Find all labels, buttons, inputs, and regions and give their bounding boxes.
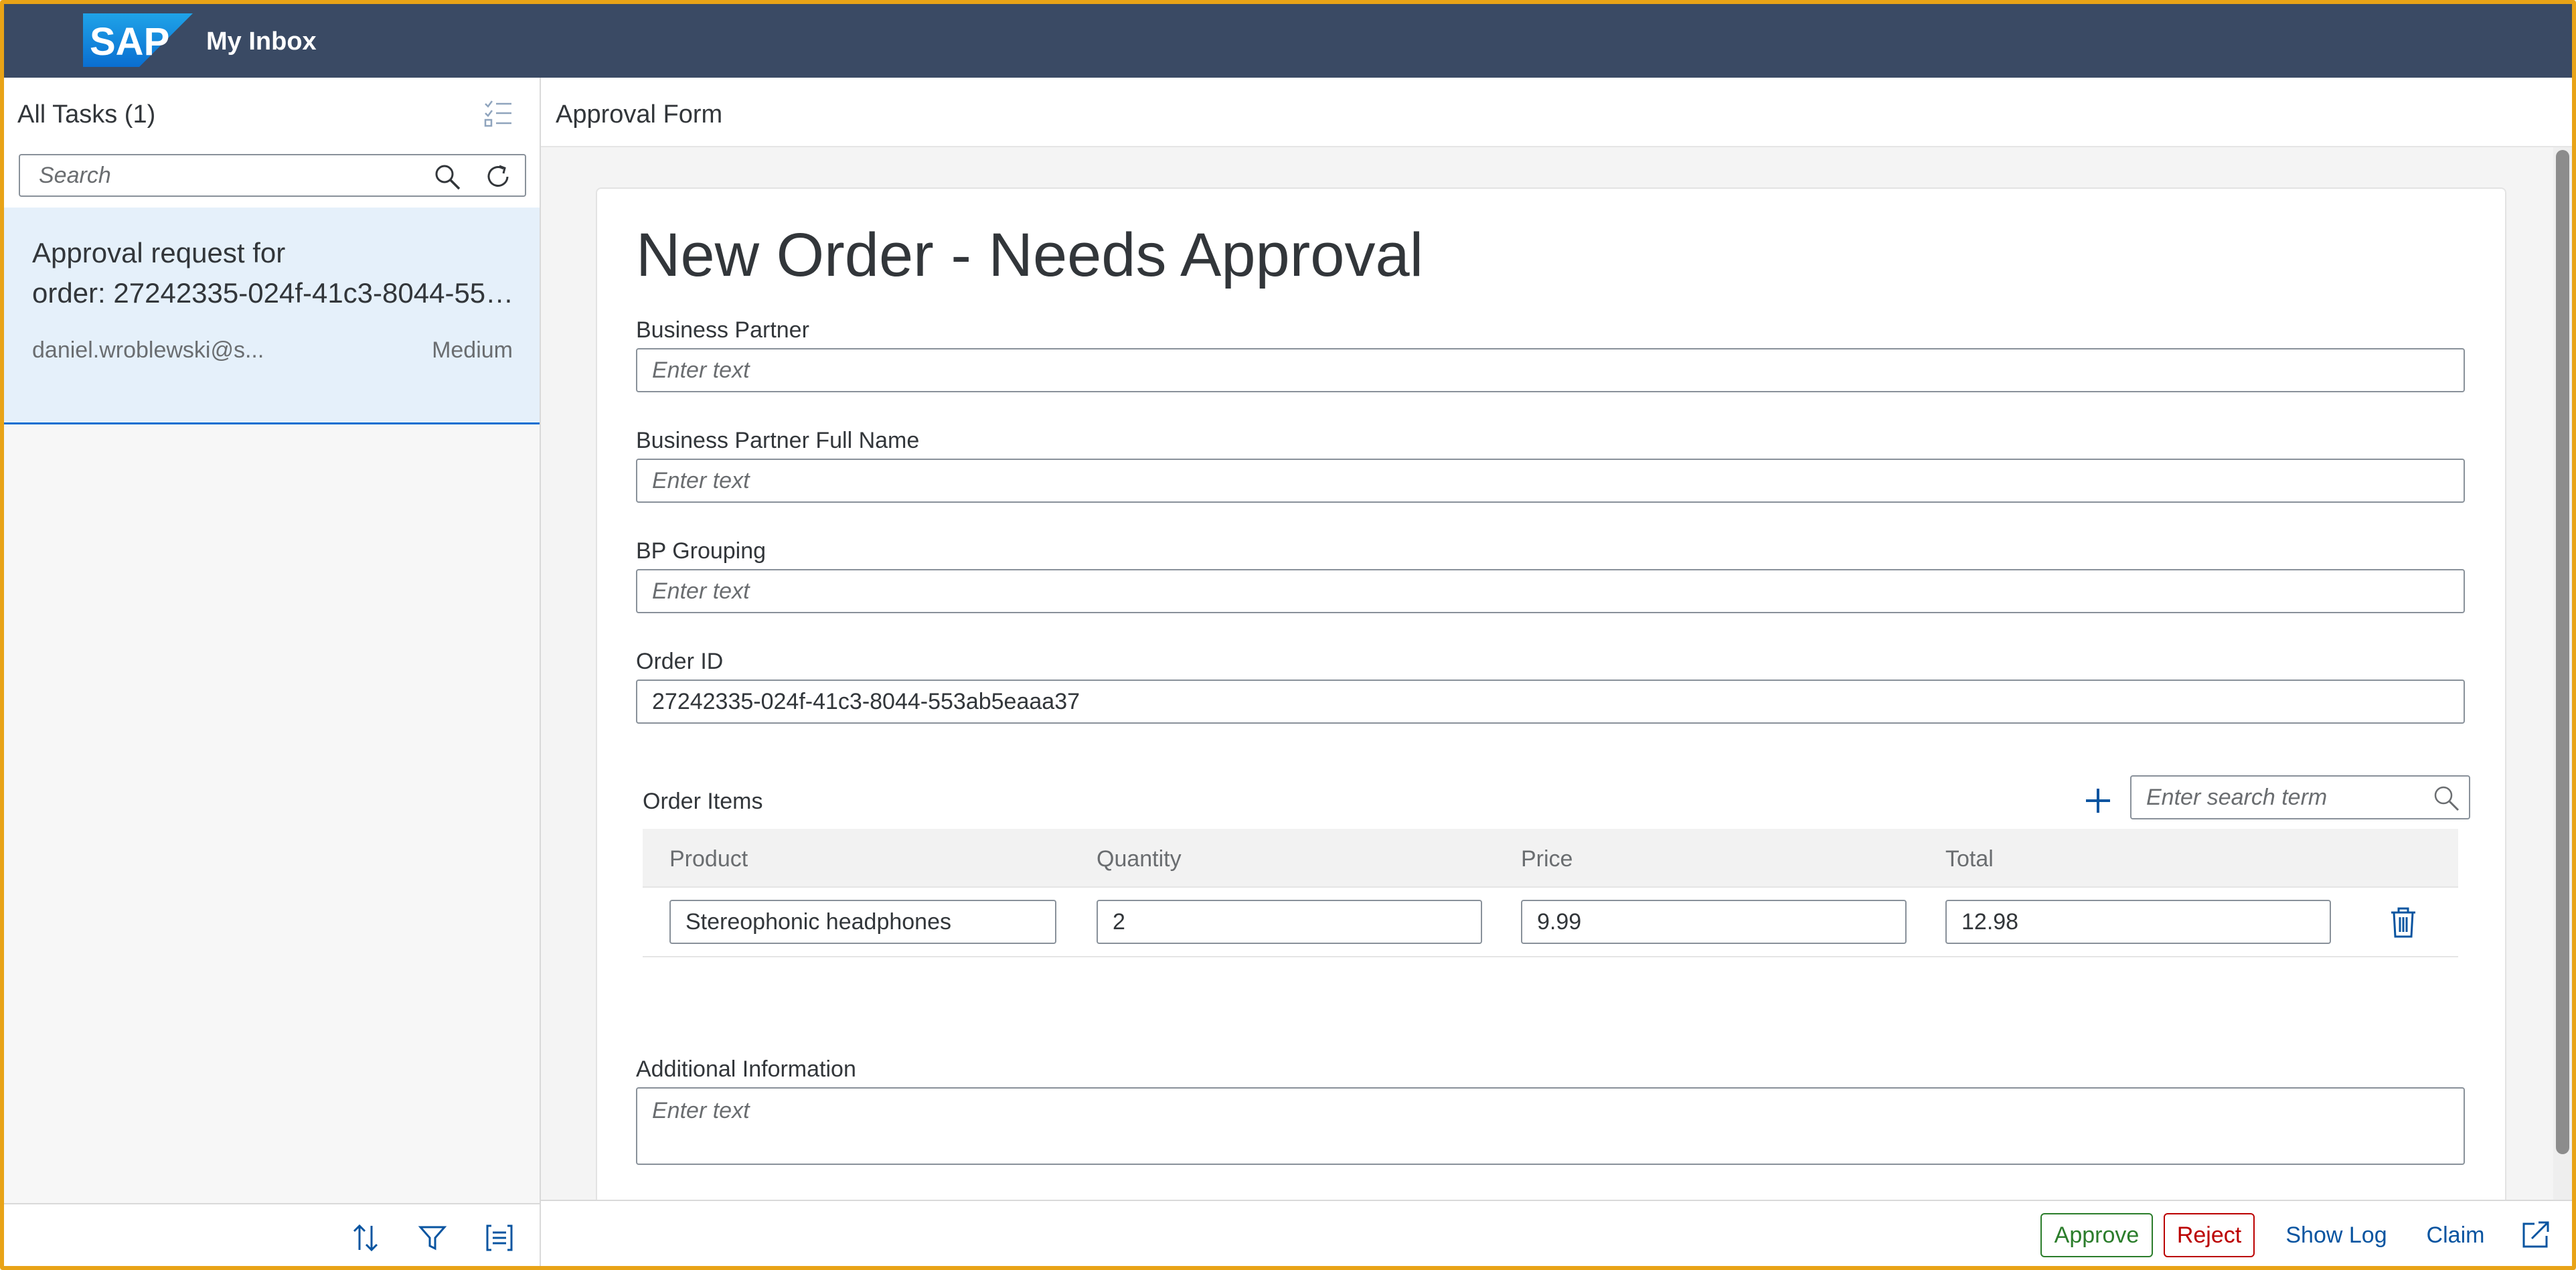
search-field xyxy=(19,154,526,197)
search-icon[interactable] xyxy=(432,162,462,191)
product-input[interactable] xyxy=(669,900,1056,944)
detail-title: Approval Form xyxy=(556,100,723,129)
search-input[interactable] xyxy=(21,157,423,194)
order-items-search-input[interactable] xyxy=(2133,778,2414,817)
refresh-icon[interactable] xyxy=(483,162,513,191)
app-window: SAP My Inbox All Tasks (1) Search Approv… xyxy=(0,0,2576,1270)
filter-icon[interactable] xyxy=(418,1223,447,1253)
task-list-item[interactable]: Approval request for order: 27242335-024… xyxy=(4,208,540,424)
order-id-input[interactable] xyxy=(636,680,2465,724)
form-heading: New Order - Needs Approval xyxy=(636,221,1424,289)
price-input[interactable] xyxy=(1521,900,1907,944)
column-header-total: Total xyxy=(1945,846,1994,872)
task-title: Approval request for order: 27242335-024… xyxy=(32,233,521,313)
quantity-input[interactable] xyxy=(1097,900,1482,944)
shell-header: SAP My Inbox xyxy=(4,4,2572,78)
master-footer xyxy=(4,1203,540,1266)
search-icon[interactable] xyxy=(2431,783,2461,813)
task-list-title: All Tasks (1) xyxy=(17,100,156,129)
detail-footer: Approve Reject Show Log Claim xyxy=(541,1200,2572,1266)
detail-header: Approval Form xyxy=(541,78,2572,147)
bp-grouping-label: BP Grouping xyxy=(636,538,767,564)
task-title-line2: order: 27242335-024f-41c3-8044-553ab5eaa… xyxy=(32,277,521,309)
business-partner-label: Business Partner xyxy=(636,317,809,343)
share-icon[interactable] xyxy=(2521,1220,2551,1249)
business-partner-full-name-input[interactable] xyxy=(636,459,2465,503)
claim-button[interactable]: Claim xyxy=(2422,1213,2489,1257)
svg-text:SAP: SAP xyxy=(90,20,169,64)
order-id-label: Order ID xyxy=(636,649,724,674)
show-log-button[interactable]: Show Log xyxy=(2283,1213,2390,1257)
reject-button[interactable]: Reject xyxy=(2164,1213,2255,1257)
delete-icon[interactable] xyxy=(2389,906,2418,939)
business-partner-input[interactable] xyxy=(636,348,2465,392)
detail-pane: Approval Form New Order - Needs Approval… xyxy=(541,78,2572,1266)
total-input[interactable] xyxy=(1945,900,2331,944)
approve-button[interactable]: Approve xyxy=(2040,1213,2153,1257)
master-pane: All Tasks (1) Search Approval request fo… xyxy=(4,78,541,1266)
order-items-title: Order Items xyxy=(643,789,763,814)
vertical-scrollbar[interactable] xyxy=(2553,147,2572,1200)
business-partner-full-name-label: Business Partner Full Name xyxy=(636,428,920,453)
multi-select-icon[interactable] xyxy=(483,98,513,127)
bp-grouping-input[interactable] xyxy=(636,569,2465,613)
table-row xyxy=(643,888,2458,957)
column-header-product: Product xyxy=(669,846,748,872)
group-list-icon[interactable] xyxy=(485,1223,514,1253)
approval-form-card: New Order - Needs Approval Business Part… xyxy=(596,187,2506,1232)
master-header: All Tasks (1) xyxy=(4,78,540,145)
sort-icon[interactable] xyxy=(351,1223,380,1253)
column-header-quantity: Quantity xyxy=(1097,846,1182,872)
additional-information-label: Additional Information xyxy=(636,1056,856,1082)
task-title-line1: Approval request for xyxy=(32,237,286,268)
order-items-search-field xyxy=(2130,775,2470,819)
order-items-toolbar: Order Items xyxy=(643,775,2470,826)
search-bar xyxy=(4,145,540,208)
app-title: My Inbox xyxy=(206,27,317,56)
scrollbar-thumb[interactable] xyxy=(2556,150,2569,1154)
sap-logo[interactable]: SAP xyxy=(83,13,193,67)
order-items-table-header: Product Quantity Price Total xyxy=(643,829,2458,888)
task-created-by: daniel.wroblewski@s... xyxy=(32,337,264,363)
add-icon[interactable] xyxy=(2082,785,2114,817)
column-header-price: Price xyxy=(1521,846,1573,872)
additional-information-textarea[interactable] xyxy=(636,1087,2465,1165)
task-priority: Medium xyxy=(432,337,513,363)
